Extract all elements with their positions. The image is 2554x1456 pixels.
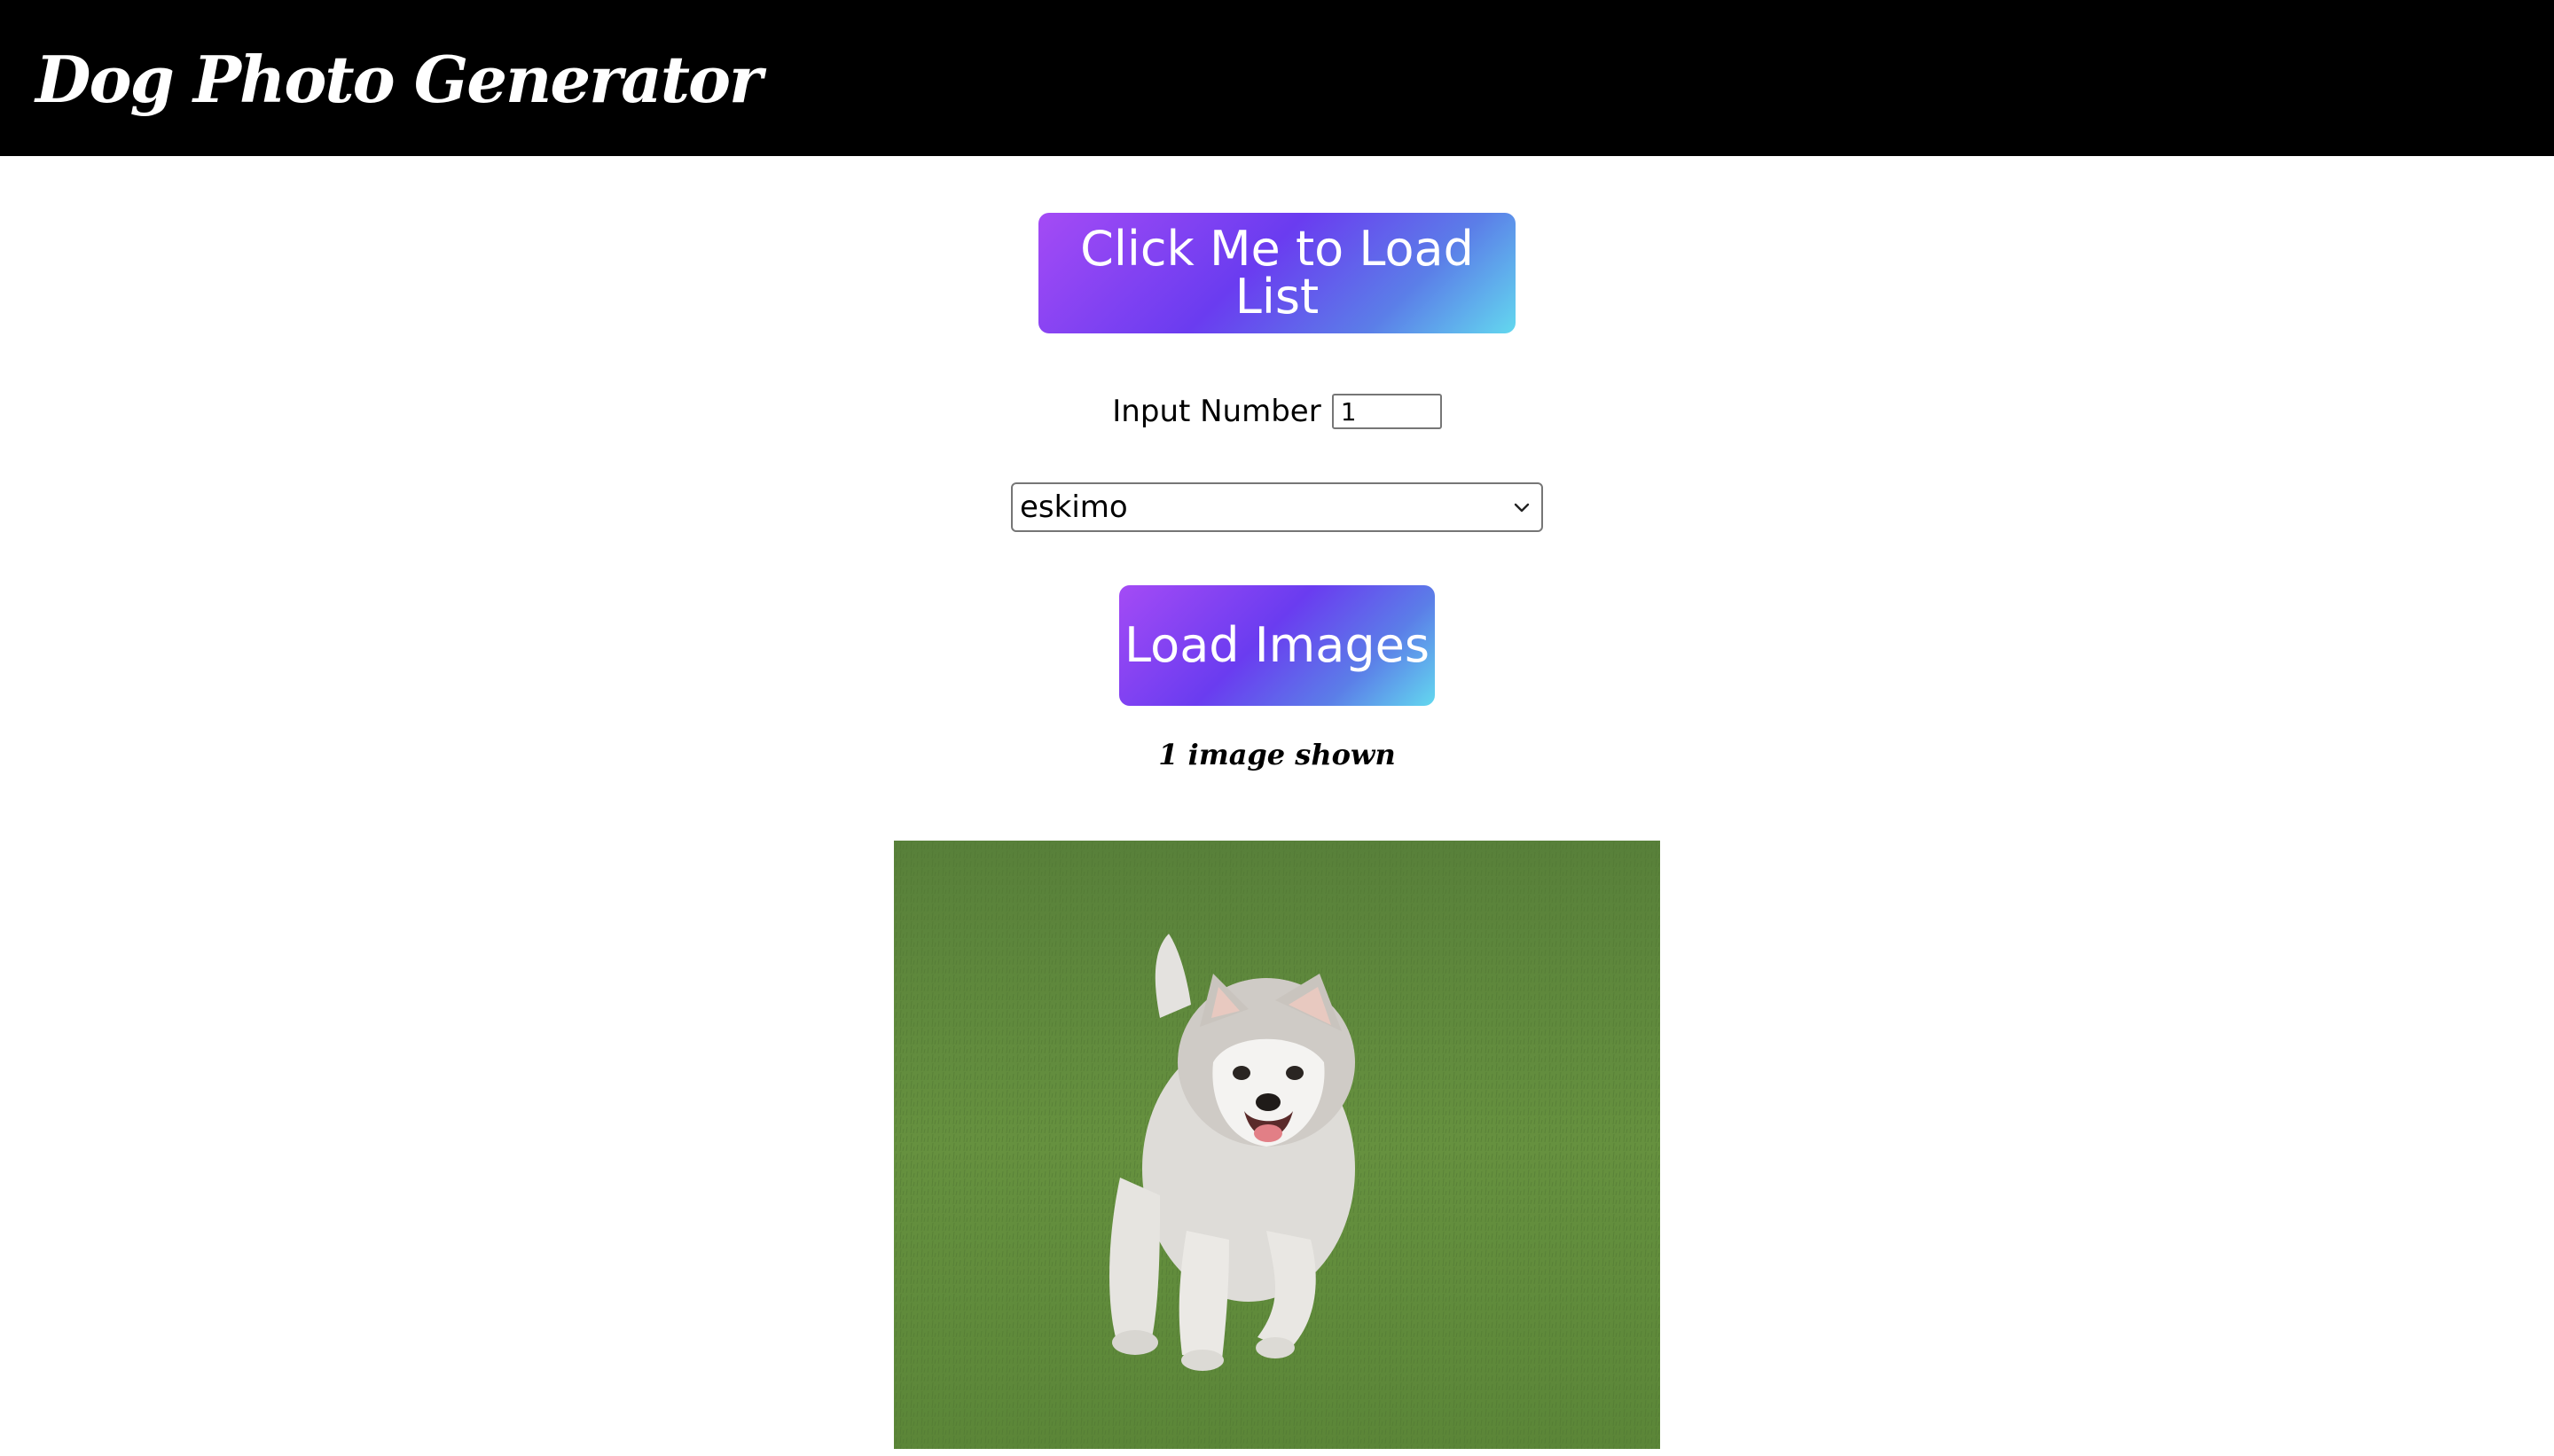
number-input[interactable] xyxy=(1331,394,1442,429)
breed-select[interactable]: eskimo xyxy=(1011,482,1543,532)
dog-photo-image xyxy=(894,841,1660,1449)
number-input-row: Input Number xyxy=(0,387,2554,436)
breed-select-value: eskimo xyxy=(1020,489,1128,525)
chevron-down-icon xyxy=(1514,503,1530,513)
images-count-text: 1 image shown xyxy=(1158,738,1396,771)
dog-photo xyxy=(894,841,1660,1449)
load-images-button[interactable]: Load Images xyxy=(1119,585,1435,706)
number-label: Input Number xyxy=(1112,394,1321,429)
app-header: Dog Photo Generator xyxy=(0,0,2554,156)
app-title: Dog Photo Generator xyxy=(35,42,763,117)
load-list-button[interactable]: Click Me to Load List xyxy=(1038,213,1516,333)
